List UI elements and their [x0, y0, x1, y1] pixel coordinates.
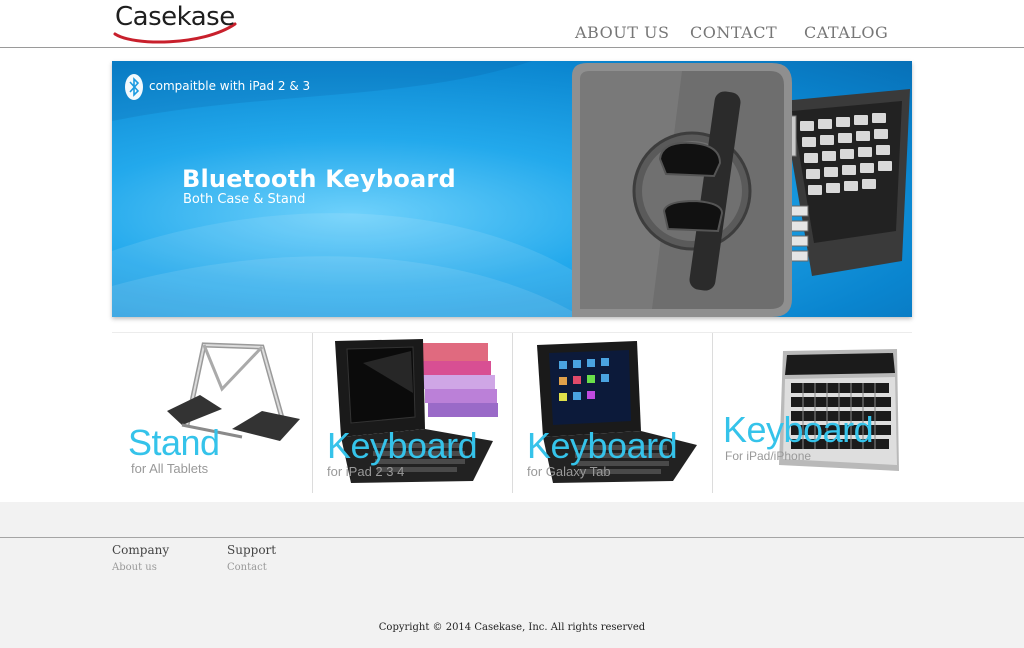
compatibility-text: compaitble with iPad 2 & 3 [149, 79, 311, 93]
footer-divider [0, 537, 1024, 538]
nav-contact[interactable]: CONTACT [690, 23, 777, 42]
footer-support-heading: Support [227, 543, 277, 557]
footer-link-contact[interactable]: Contact [227, 562, 267, 573]
bluetooth-icon [125, 74, 143, 100]
product-subtitle: for iPad 2 3 4 [327, 464, 405, 479]
nav-about-us[interactable]: ABOUT US [575, 23, 669, 42]
logo-text: Casekase [115, 2, 235, 32]
ipad-keyboard-case-image [572, 63, 910, 317]
footer-link-about-us[interactable]: About us [112, 562, 157, 573]
product-subtitle: For iPad/iPhone [725, 449, 812, 463]
product-subtitle: for All Tablets [131, 461, 209, 476]
product-tile-keyboard-ipad[interactable]: Keyboard for iPad 2 3 4 [312, 333, 512, 493]
product-title: Keyboard [723, 409, 874, 450]
product-title: Stand [128, 422, 220, 463]
nav-catalog[interactable]: CATALOG [804, 23, 888, 42]
casekase-logo[interactable]: Casekase [113, 2, 239, 44]
footer-company-heading: Company [112, 543, 170, 557]
product-tile-keyboard-galaxy[interactable]: Keyboard for Galaxy Tab [512, 333, 712, 493]
product-title: Keyboard [527, 425, 678, 466]
hero-banner[interactable]: compaitble with iPad 2 & 3 Bluetooth Key… [112, 61, 912, 317]
site-header: Casekase ABOUT US CONTACT CATALOG [0, 0, 1024, 48]
product-subtitle: for Galaxy Tab [527, 464, 611, 479]
product-tiles: Stand for All Tablets Keyboard for iPad … [112, 332, 912, 493]
product-tile-stand[interactable]: Stand for All Tablets [112, 333, 312, 493]
banner-subtitle: Both Case & Stand [183, 192, 306, 207]
banner-title: Bluetooth Keyboard [182, 165, 456, 193]
product-tile-keyboard-ipad-iphone[interactable]: Keyboard For iPad/iPhone [712, 333, 912, 493]
product-title: Keyboard [327, 425, 478, 466]
copyright-text: Copyright © 2014 Casekase, Inc. All righ… [378, 622, 646, 633]
